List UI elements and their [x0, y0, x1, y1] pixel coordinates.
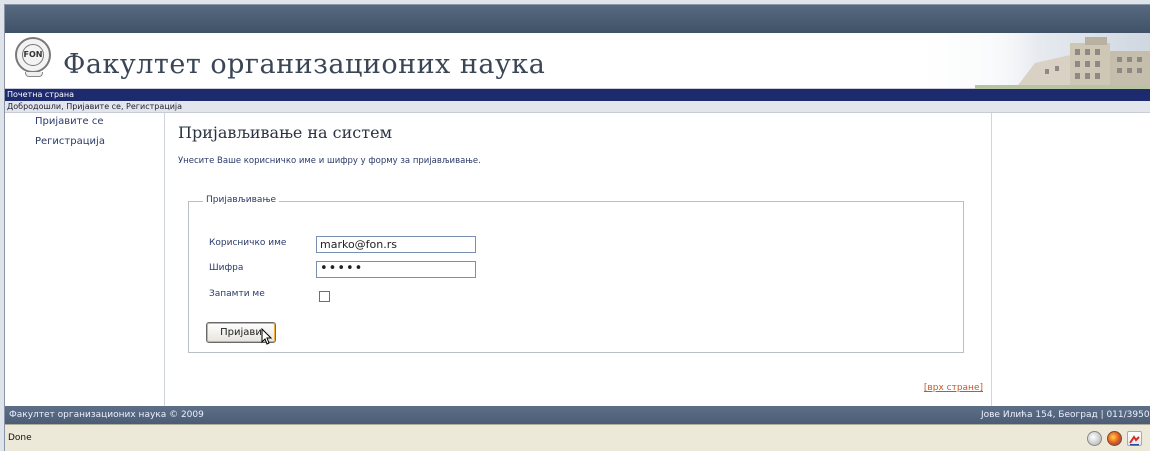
username-label: Корисничко име	[209, 238, 287, 248]
firefox-icon[interactable]	[1107, 431, 1122, 446]
site-header: FON Факултет организационих наука	[5, 33, 1150, 89]
main-content: Пријављивање на систем Унесите Ваше кори…	[166, 113, 991, 406]
remember-label: Запамти ме	[209, 289, 265, 299]
addon-icon[interactable]	[1127, 431, 1142, 446]
remember-checkbox[interactable]	[319, 291, 330, 302]
right-column	[991, 113, 1150, 406]
page-title: Пријављивање на систем	[178, 123, 393, 142]
globe-icon[interactable]	[1087, 431, 1102, 446]
breadcrumb: Добродошли, Пријавите се, Регистрација	[5, 101, 1150, 113]
password-input[interactable]: •••••	[316, 261, 476, 278]
mouse-cursor-icon	[261, 328, 273, 345]
footer-copyright: Факултет организационих наука © 2009	[9, 410, 204, 420]
top-banner-bar	[5, 5, 1150, 33]
footer-address: Јове Илића 154, Београд | 011/3950-800	[980, 410, 1150, 420]
building-photo	[975, 33, 1150, 89]
logo-base	[25, 72, 43, 77]
browser-status-bar: Done	[5, 424, 1150, 451]
addon-glyph-icon	[1129, 435, 1140, 446]
intro-text: Унесите Ваше корисничко име и шифру у фо…	[178, 156, 481, 166]
login-fieldset: Пријављивање Корисничко име marko@fon.rs…	[188, 195, 964, 353]
logo-emblem: FON	[22, 44, 44, 66]
fieldset-legend: Пријављивање	[203, 195, 280, 205]
site-title: Факултет организационих наука	[63, 49, 546, 80]
browser-viewport: FON Факултет организационих наука Почетн…	[4, 4, 1150, 451]
password-label: Шифра	[209, 263, 244, 273]
sidebar: Пријавите се Регистрација	[5, 113, 165, 406]
top-nav: Почетна страна	[5, 89, 1150, 101]
fon-logo-icon[interactable]: FON	[15, 37, 51, 77]
back-to-top-link[interactable]: [врх стране]	[924, 383, 983, 393]
status-text: Done	[8, 433, 32, 443]
sidebar-item-register[interactable]: Регистрација	[35, 136, 105, 147]
home-link[interactable]: Почетна страна	[7, 89, 74, 101]
site-footer: Факултет организационих наука © 2009 Јов…	[5, 406, 1150, 424]
username-input[interactable]: marko@fon.rs	[316, 236, 476, 253]
sidebar-item-login[interactable]: Пријавите се	[35, 116, 103, 127]
